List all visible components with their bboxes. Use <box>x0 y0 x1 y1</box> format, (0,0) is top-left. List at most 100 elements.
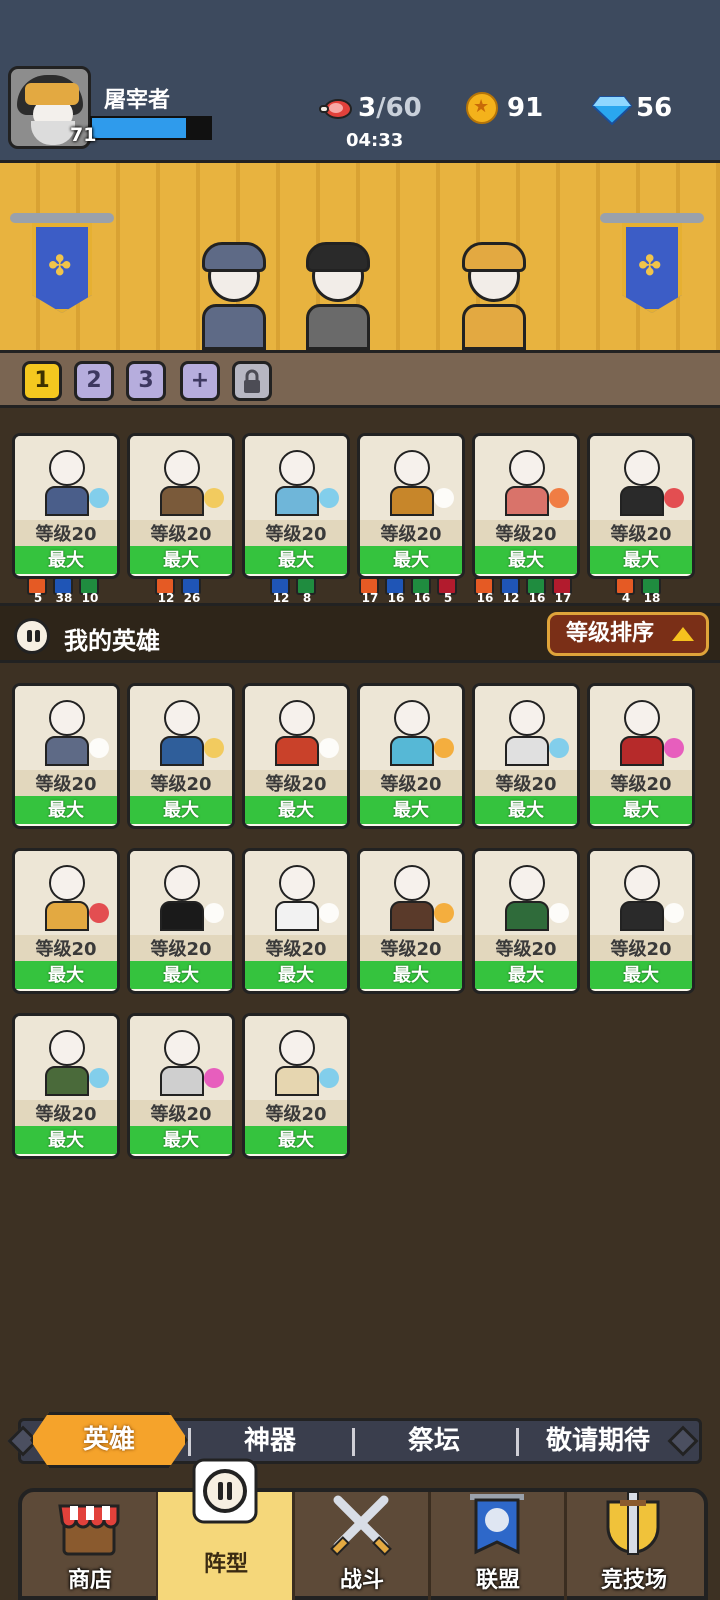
hero-card-2[interactable]: 等级20 最大 <box>127 683 235 829</box>
hero-portrait <box>475 436 577 520</box>
hero-status: 最大 <box>15 961 117 989</box>
tab-heroes[interactable]: 英雄 <box>30 1412 188 1468</box>
hero-card-team-3[interactable]: 等级20 最大 <box>242 433 350 579</box>
hero-portrait <box>475 851 577 935</box>
hero-card-6[interactable]: 等级20 最大 <box>587 683 695 829</box>
nav-shop[interactable]: 商店 <box>22 1492 158 1600</box>
shop-icon <box>58 1504 120 1556</box>
hero-card-8[interactable]: 等级20 最大 <box>127 848 235 994</box>
stat-badge: 18 <box>641 577 663 604</box>
hero-card-team-6[interactable]: 等级20 最大 <box>587 433 695 579</box>
stat-badge: 8 <box>296 577 318 604</box>
stat-badge: 5 <box>27 577 49 604</box>
hero-card-team-4[interactable]: 等级20 最大 <box>357 433 465 579</box>
hero-card-4[interactable]: 等级20 最大 <box>357 683 465 829</box>
formation-icon <box>192 1458 258 1524</box>
hero-level: 等级20 <box>245 1100 347 1126</box>
hero-status: 最大 <box>590 546 692 574</box>
hero-portrait <box>360 851 462 935</box>
element-icon <box>319 738 339 758</box>
team-tab-locked[interactable] <box>232 361 272 401</box>
hero-portrait <box>590 436 692 520</box>
nav-arena[interactable]: 竞技场 <box>566 1492 702 1600</box>
element-icon <box>434 488 454 508</box>
hero-level: 等级20 <box>360 935 462 961</box>
hero-card-13[interactable]: 等级20 最大 <box>12 1013 120 1159</box>
stat-badge: 12 <box>270 577 292 604</box>
hero-status: 最大 <box>15 1126 117 1154</box>
stat-badge: 17 <box>359 577 381 604</box>
hero-status: 最大 <box>130 546 232 574</box>
hero-level: 等级20 <box>475 935 577 961</box>
hero-card-10[interactable]: 等级20 最大 <box>357 848 465 994</box>
nav-alliance[interactable]: 联盟 <box>430 1492 566 1600</box>
hero-level: 等级20 <box>590 520 692 546</box>
coin-icon <box>466 92 498 124</box>
element-icon <box>434 903 454 923</box>
hero-card-15[interactable]: 等级20 最大 <box>242 1013 350 1159</box>
hero-card-7[interactable]: 等级20 最大 <box>12 848 120 994</box>
hero-level: 等级20 <box>590 935 692 961</box>
my-heroes-header: 我的英雄 等级排序 <box>0 603 720 663</box>
hero-portrait <box>130 686 232 770</box>
hero-card-14[interactable]: 等级20 最大 <box>127 1013 235 1159</box>
diamond-icon <box>592 96 632 125</box>
tab-altar[interactable]: 祭坛 <box>354 1418 514 1464</box>
shield-sword-icon <box>606 1492 660 1555</box>
hero-portrait <box>245 851 347 935</box>
team-tab-1[interactable]: 1 <box>22 361 62 401</box>
avatar-helmet <box>25 83 79 105</box>
hero-portrait <box>475 686 577 770</box>
hero-card-team-5[interactable]: 等级20 最大 <box>472 433 580 579</box>
hero-portrait <box>15 436 117 520</box>
stat-badges: 12 26 <box>155 577 207 604</box>
hero-card-3[interactable]: 等级20 最大 <box>242 683 350 829</box>
crossed-swords-icon <box>330 1495 392 1556</box>
hero-status: 最大 <box>130 961 232 989</box>
stat-badge: 5 <box>437 577 459 604</box>
hero-portrait <box>130 851 232 935</box>
hero-card-team-2[interactable]: 等级20 最大 <box>127 433 235 579</box>
team-tab-add[interactable]: + <box>180 361 220 401</box>
hero-card-11[interactable]: 等级20 最大 <box>472 848 580 994</box>
hero-card-1[interactable]: 等级20 最大 <box>12 683 120 829</box>
hero-portrait <box>15 686 117 770</box>
element-icon <box>664 903 684 923</box>
hero-level: 等级20 <box>15 935 117 961</box>
hero-level: 等级20 <box>590 770 692 796</box>
stat-badge: 16 <box>474 577 496 604</box>
element-icon <box>319 903 339 923</box>
nav-shop-label: 商店 <box>67 1568 112 1593</box>
team-tab-2[interactable]: 2 <box>74 361 114 401</box>
hero-card-12[interactable]: 等级20 最大 <box>587 848 695 994</box>
hero-status: 最大 <box>475 796 577 824</box>
sort-button[interactable]: 等级排序 <box>547 612 709 656</box>
team-tab-3[interactable]: 3 <box>126 361 166 401</box>
hero-level: 等级20 <box>130 520 232 546</box>
hero-level: 等级20 <box>130 770 232 796</box>
hero-level: 等级20 <box>475 770 577 796</box>
coin-count: 91 <box>507 93 544 123</box>
element-icon <box>549 488 569 508</box>
hero-status: 最大 <box>245 961 347 989</box>
clover-icon: ✤ <box>48 249 72 282</box>
element-icon <box>319 1068 339 1088</box>
hero-card-9[interactable]: 等级20 最大 <box>242 848 350 994</box>
hero-card-5[interactable]: 等级20 最大 <box>472 683 580 829</box>
hero-status: 最大 <box>360 796 462 824</box>
element-icon <box>434 738 454 758</box>
section-title: 我的英雄 <box>64 627 160 655</box>
hero-status: 最大 <box>130 1126 232 1154</box>
element-icon <box>89 903 109 923</box>
sort-label: 等级排序 <box>566 621 655 646</box>
sub-tabs: 英雄 神器 祭坛 敬请期待 <box>7 1412 710 1468</box>
element-icon <box>204 488 224 508</box>
hero-card-team-1[interactable]: 等级20 最大 <box>12 433 120 579</box>
nav-formation[interactable]: 阵型 <box>158 1458 294 1600</box>
tab-coming-soon[interactable]: 敬请期待 <box>518 1418 678 1464</box>
hero-status: 最大 <box>475 961 577 989</box>
hero-level: 等级20 <box>360 770 462 796</box>
banner-left: ✤ <box>10 183 114 323</box>
element-icon <box>89 488 109 508</box>
nav-battle[interactable]: 战斗 <box>294 1492 430 1600</box>
